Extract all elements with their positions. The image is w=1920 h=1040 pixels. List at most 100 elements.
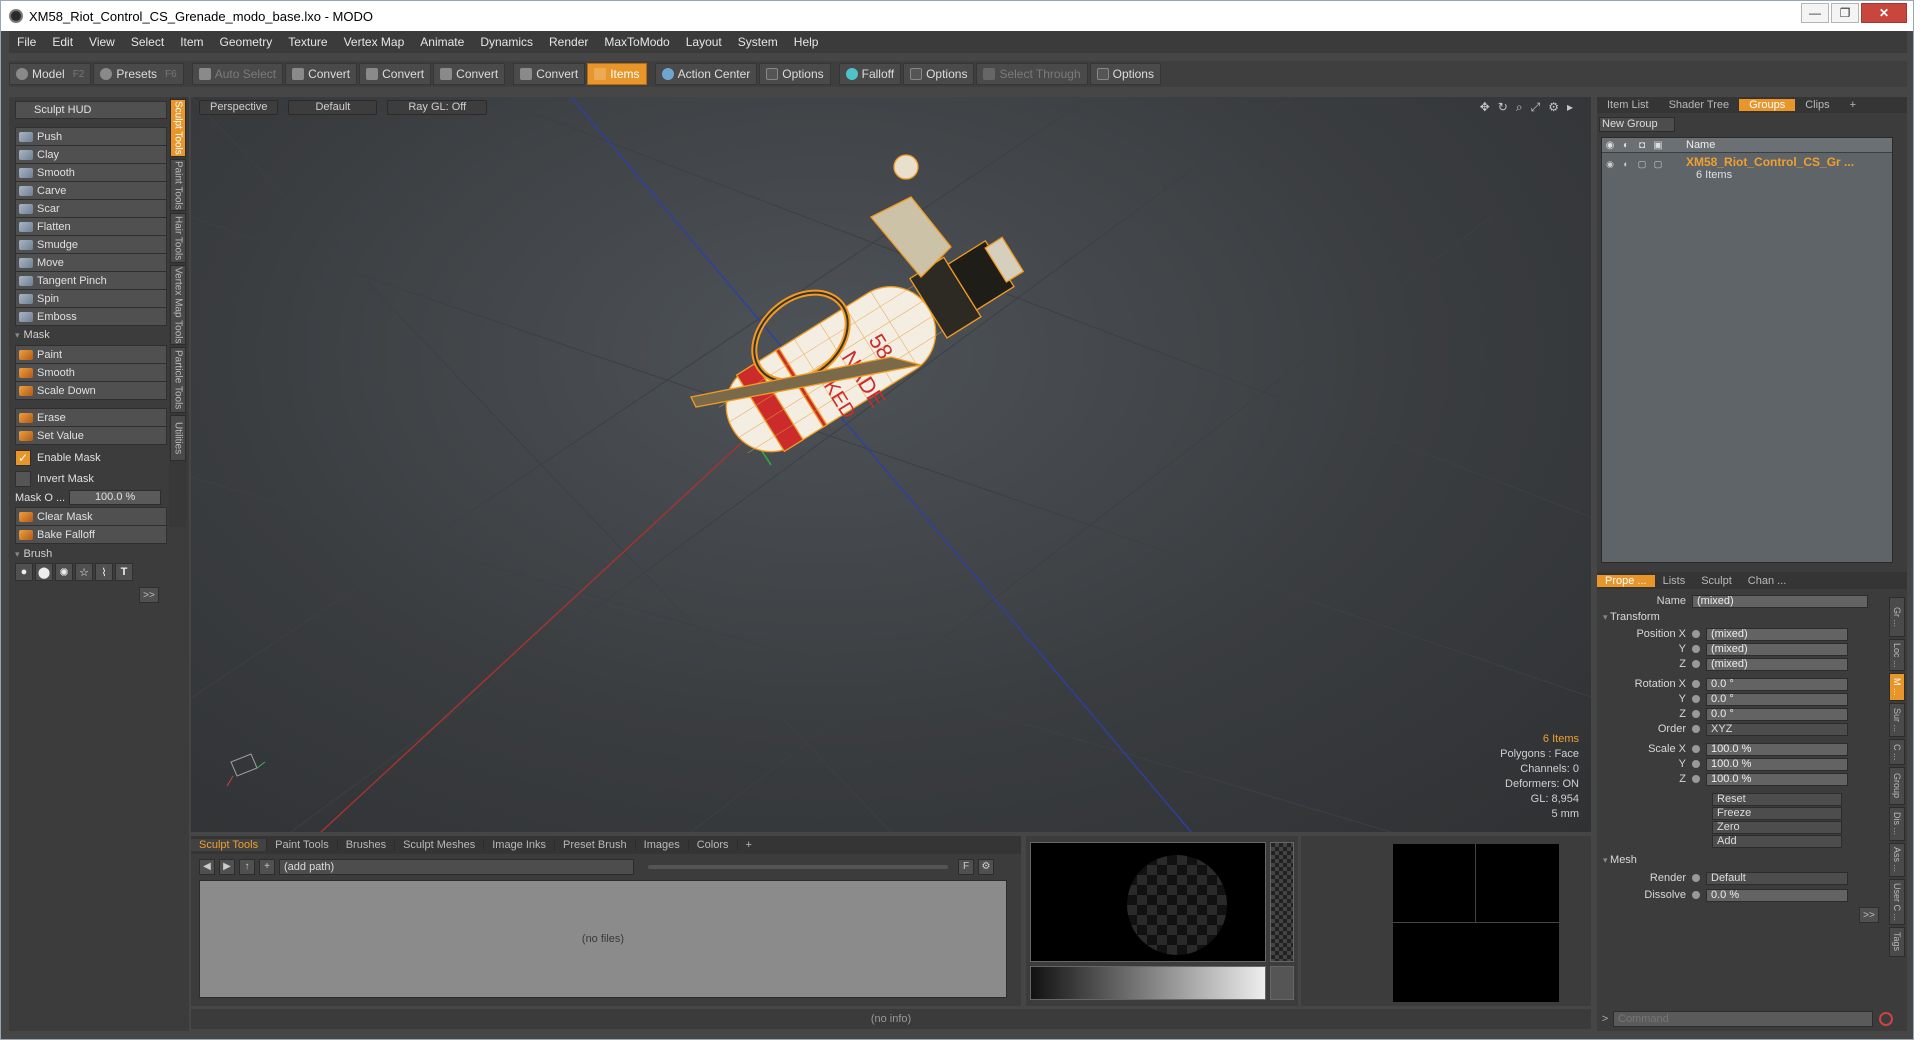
tool-push[interactable]: Push — [15, 127, 167, 146]
menu-file[interactable]: File — [9, 35, 44, 49]
thumbnail-size-slider[interactable] — [648, 865, 948, 869]
zoom-icon[interactable]: ⌕ — [1516, 100, 1523, 115]
tab-image-inks[interactable]: Image Inks — [484, 839, 556, 851]
view-type-dropdown[interactable]: Perspective — [199, 100, 279, 115]
viewport-scene[interactable]: 58 NADE CKED — [191, 97, 1591, 832]
keyframe-icon[interactable] — [1692, 775, 1700, 783]
menu-dynamics[interactable]: Dynamics — [472, 35, 541, 49]
group-row[interactable]: ◉ ◐ ▢ ▢ XM58_Riot_Control_CS_Gr ... 6 It… — [1602, 153, 1892, 187]
falloff-button[interactable]: Falloff — [838, 63, 902, 85]
keyframe-icon[interactable] — [1692, 695, 1700, 703]
tab-display-side[interactable]: Dis ... — [1889, 807, 1905, 841]
menu-vertex-map[interactable]: Vertex Map — [336, 35, 413, 49]
minimize-button[interactable]: — — [1801, 3, 1829, 23]
action-center-button[interactable]: Action Center — [654, 63, 758, 85]
tab-sculpt-tools[interactable]: Sculpt Tools — [170, 99, 186, 157]
mask-paint-button[interactable]: Paint — [15, 345, 167, 364]
position-x-field[interactable]: (mixed) — [1706, 627, 1848, 641]
keyframe-icon[interactable] — [1692, 760, 1700, 768]
tab-item-list[interactable]: Item List — [1597, 99, 1659, 111]
name-field[interactable]: (mixed) — [1692, 594, 1868, 608]
tab-colors[interactable]: Colors — [689, 839, 738, 851]
file-list[interactable]: (no files) — [199, 880, 1007, 998]
mask-opacity-field[interactable]: 100.0 % — [69, 490, 162, 505]
lock-icon[interactable]: ◘ — [1634, 140, 1650, 151]
lock-icon[interactable]: ▢ — [1634, 159, 1650, 170]
tab-shader-tree[interactable]: Shader Tree — [1659, 99, 1740, 111]
tab-sculpt-tools[interactable]: Sculpt Tools — [191, 839, 268, 851]
tab-utilities[interactable]: Utilities — [170, 415, 186, 461]
keyframe-icon[interactable] — [1692, 745, 1700, 753]
keyframe-icon[interactable] — [1692, 680, 1700, 688]
keyframe-icon[interactable] — [1692, 630, 1700, 638]
tab-mesh-side[interactable]: M ... — [1889, 673, 1905, 701]
keyframe-icon[interactable] — [1692, 660, 1700, 668]
more-properties-button[interactable]: >> — [1859, 907, 1879, 923]
menu-maxtomodo[interactable]: MaxToModo — [596, 35, 677, 49]
menu-geometry[interactable]: Geometry — [212, 35, 281, 49]
select-through-button[interactable]: Select Through — [976, 63, 1088, 85]
dissolve-field[interactable]: 0.0 % — [1706, 888, 1848, 902]
tab-groups[interactable]: Groups — [1739, 99, 1796, 111]
tab-assembly-side[interactable]: Ass ... — [1889, 843, 1905, 877]
rotation-order-dropdown[interactable]: XYZ — [1706, 722, 1848, 736]
record-macro-icon[interactable] — [1879, 1012, 1893, 1026]
convert-edges-button[interactable]: Convert — [359, 63, 432, 85]
tab-hair-tools[interactable]: Hair Tools — [170, 213, 186, 263]
parent-folder-icon[interactable]: ↑ — [239, 859, 255, 875]
browser-settings-icon[interactable]: ⚙ — [978, 859, 994, 875]
tab-brushes[interactable]: Brushes — [338, 839, 396, 851]
tool-smudge[interactable]: Smudge — [15, 235, 167, 254]
raygl-dropdown[interactable]: Ray GL: Off — [387, 100, 488, 115]
tab-lists[interactable]: Lists — [1655, 575, 1694, 587]
render-dropdown[interactable]: Default — [1706, 871, 1848, 885]
new-group-button[interactable]: New Group — [1599, 117, 1675, 132]
scale-y-field[interactable]: 100.0 % — [1706, 757, 1848, 771]
bake-falloff-button[interactable]: Bake Falloff — [15, 525, 167, 544]
tool-spin[interactable]: Spin — [15, 289, 167, 308]
rotation-x-field[interactable]: 0.0 ° — [1706, 677, 1848, 691]
convert-materials-button[interactable]: Convert — [513, 63, 586, 85]
freeze-dropdown[interactable]: Freeze — [1712, 806, 1842, 820]
menu-item[interactable]: Item — [172, 35, 211, 49]
curve-brush-icon[interactable]: ⌇ — [95, 563, 113, 581]
menu-animate[interactable]: Animate — [412, 35, 472, 49]
render-icon[interactable]: ◐ — [1618, 159, 1634, 170]
add-dropdown[interactable]: Add — [1712, 834, 1842, 848]
menu-render[interactable]: Render — [541, 35, 596, 49]
items-mode-button[interactable]: Items — [587, 63, 647, 85]
tab-paint-tools[interactable]: Paint Tools — [170, 159, 186, 211]
star-brush-icon[interactable]: ☆ — [75, 563, 93, 581]
name-column-header[interactable]: Name — [1686, 139, 1715, 151]
keyframe-icon[interactable] — [1692, 710, 1700, 718]
back-icon[interactable]: ◀ — [199, 859, 215, 875]
splat-brush-icon[interactable]: ✺ — [55, 563, 73, 581]
more-button[interactable]: >> — [139, 587, 159, 603]
tool-move[interactable]: Move — [15, 253, 167, 272]
falloff-options-button[interactable]: Options — [903, 63, 975, 85]
text-brush-icon[interactable]: T — [115, 563, 133, 581]
path-dropdown[interactable]: (add path) — [279, 859, 634, 875]
tab-sculpt[interactable]: Sculpt — [1693, 575, 1740, 587]
convert-vertices-button[interactable]: Convert — [285, 63, 358, 85]
presets-button[interactable]: Presets F6 — [93, 63, 184, 85]
fit-icon[interactable]: ⤢ — [1531, 100, 1541, 115]
menu-help[interactable]: Help — [786, 35, 827, 49]
select-icon[interactable]: ▢ — [1650, 159, 1666, 170]
maximize-button[interactable]: ❐ — [1831, 3, 1859, 23]
add-path-icon[interactable]: + — [259, 859, 275, 875]
render-icon[interactable]: ◐ — [1618, 140, 1634, 151]
rotation-z-field[interactable]: 0.0 ° — [1706, 707, 1848, 721]
tool-scar[interactable]: Scar — [15, 199, 167, 218]
menu-edit[interactable]: Edit — [44, 35, 81, 49]
mesh-section[interactable]: Mesh — [1603, 854, 1637, 866]
position-y-field[interactable]: (mixed) — [1706, 642, 1848, 656]
soft-brush-icon[interactable]: ● — [15, 563, 33, 581]
mask-scale-down-button[interactable]: Scale Down — [15, 381, 167, 400]
mask-erase-button[interactable]: Erase — [15, 408, 167, 427]
eye-icon[interactable]: ◉ — [1602, 159, 1618, 170]
tab-vertex-map-tools[interactable]: Vertex Map Tools — [170, 265, 186, 345]
hard-brush-icon[interactable]: ⬤ — [35, 563, 53, 581]
tool-smooth[interactable]: Smooth — [15, 163, 167, 182]
tool-flatten[interactable]: Flatten — [15, 217, 167, 236]
